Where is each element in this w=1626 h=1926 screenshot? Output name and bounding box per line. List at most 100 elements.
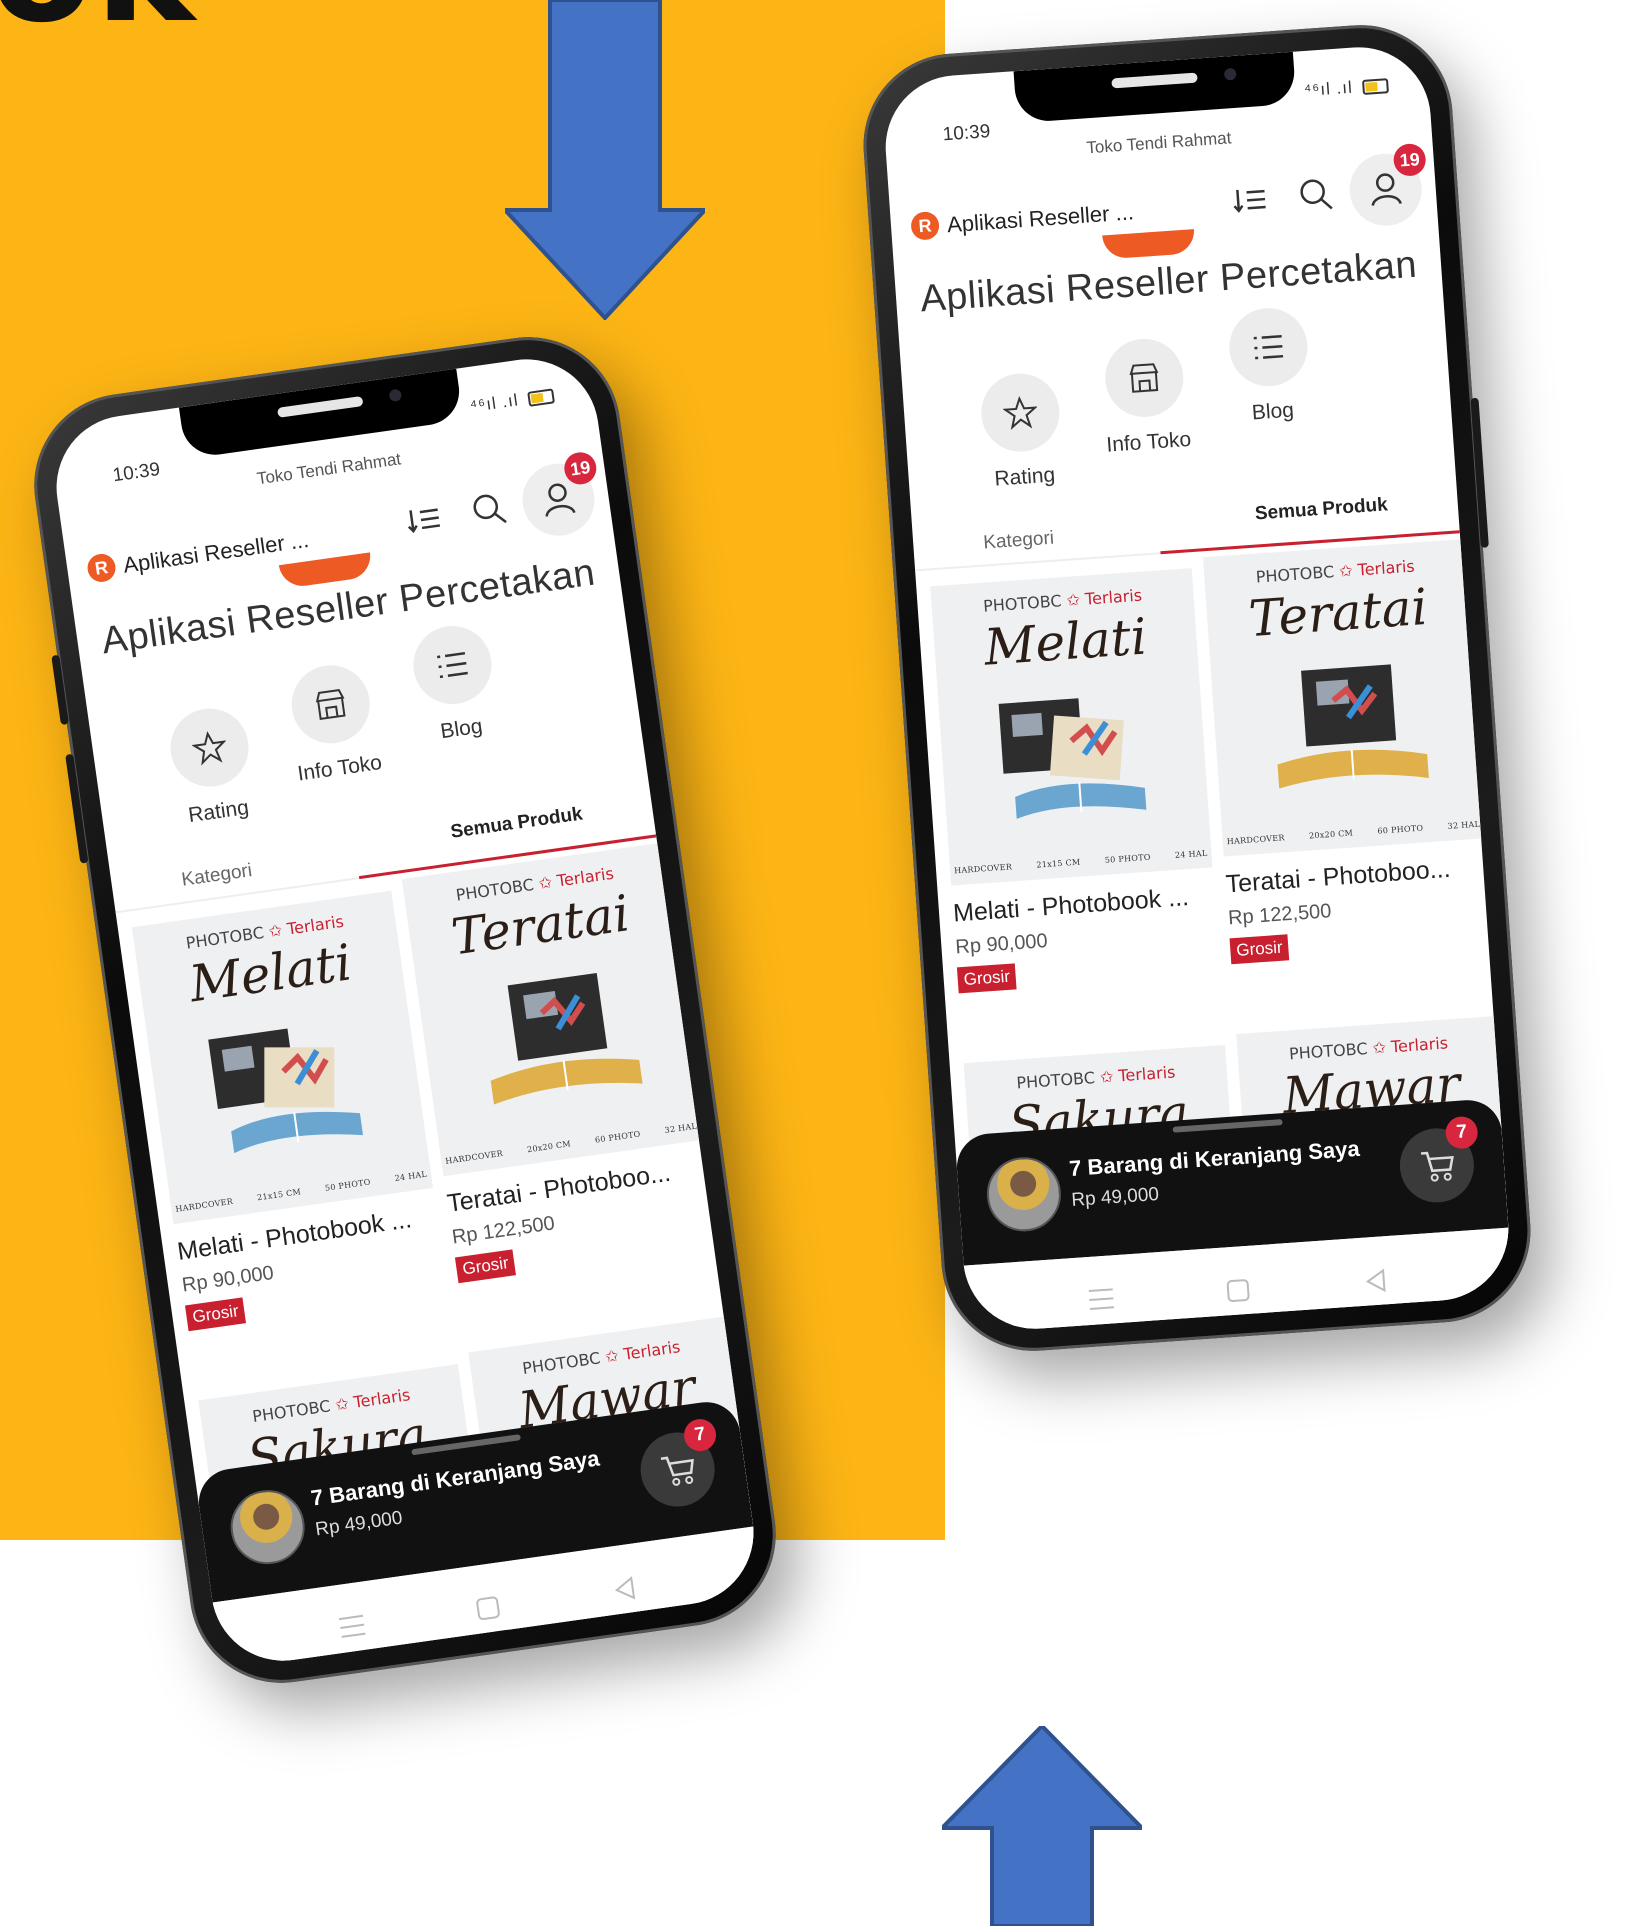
product-card[interactable]: PHOTOBC ✩ Terlaris Melati HARDCOVER 21x1… (930, 568, 1220, 994)
cart-count-badge: 7 (681, 1417, 719, 1454)
speaker-grille (1111, 72, 1198, 89)
product-specs: HARDCOVER 20x20 CM 60 PHOTO 32 HAL (1226, 820, 1480, 847)
search-icon[interactable] (1297, 175, 1335, 213)
arrow-down-icon (505, 0, 705, 320)
quick-menu-info-toko[interactable]: Info Toko (1082, 335, 1210, 459)
spec-item: 24 HAL (1174, 848, 1208, 860)
status-icons: ⁴⁶ıl .ıl (469, 385, 556, 417)
phone-mockup-right: 10:39 ⁴⁶ıl .ıl Toko Tendi Rahmat R Aplik… (857, 19, 1537, 1357)
account-button[interactable]: 19 (1347, 142, 1427, 229)
product-card[interactable]: PHOTOBC ✩ Terlaris Melati HARDCOVER 21x1… (131, 890, 448, 1332)
spec-item: 24 HAL (394, 1169, 428, 1184)
menu-icon[interactable] (1086, 1285, 1118, 1313)
wholesale-badge: Grosir (184, 1297, 247, 1332)
product-card[interactable]: PHOTOBC ✩ Terlaris Teratai HARDCOVER 20x… (401, 842, 718, 1284)
app-logo-icon: R (85, 552, 118, 584)
cart-title: 7 Barang di Keranjang Saya (1068, 1135, 1361, 1182)
spec-item: 20x20 CM (1308, 828, 1354, 841)
quick-menu-rating[interactable]: Rating (145, 701, 280, 833)
list-icon (408, 620, 497, 710)
quick-menu-label: Rating (993, 463, 1056, 491)
cart-button[interactable]: 7 (635, 1417, 720, 1512)
quick-menu-label: Rating (186, 795, 251, 828)
tab-semua-produk[interactable]: Semua Produk (1254, 494, 1388, 525)
spec-item: 20x20 CM (526, 1139, 572, 1155)
cart-icon (1420, 1151, 1454, 1182)
account-button[interactable]: 19 (517, 450, 600, 541)
product-image: PHOTOBC ✩ Terlaris Teratai HARDCOVER 20x… (1202, 538, 1486, 857)
seller-avatar (984, 1154, 1064, 1234)
quick-menu-info-toko[interactable]: Info Toko (266, 657, 401, 789)
spec-item: 21x15 CM (256, 1187, 302, 1203)
spec-item: 32 HAL (664, 1121, 698, 1135)
brand-label: PHOTOBC (982, 591, 1063, 616)
decorative-arc (1102, 229, 1196, 260)
spec-item: HARDCOVER (444, 1148, 504, 1166)
battery-icon (1361, 78, 1389, 95)
store-icon (1102, 336, 1186, 420)
product-specs: HARDCOVER 21x15 CM 50 PHOTO 24 HAL (954, 849, 1208, 876)
store-icon (286, 660, 375, 749)
status-icons: ⁴⁶ıl .ıl (1303, 75, 1389, 101)
spec-item: HARDCOVER (953, 862, 1013, 876)
search-icon[interactable] (469, 489, 510, 530)
cart-button[interactable]: 7 (1397, 1115, 1479, 1205)
spec-item: HARDCOVER (174, 1196, 234, 1214)
user-icon (545, 483, 576, 517)
sort-icon[interactable] (404, 502, 444, 537)
product-card[interactable]: PHOTOBC ✩ Terlaris Teratai HARDCOVER 20x… (1202, 538, 1493, 965)
arrow-up-icon (942, 1726, 1142, 1926)
spec-item: 21x15 CM (1036, 857, 1081, 870)
product-image: PHOTOBC ✩ Terlaris Melati HARDCOVER 21x1… (131, 890, 434, 1225)
cart-icon (660, 1456, 694, 1486)
front-camera (1223, 67, 1237, 81)
brand-label: PHOTOBC (1015, 1068, 1096, 1093)
menu-icon[interactable] (336, 1611, 369, 1641)
quick-menu-blog[interactable]: Blog (388, 618, 523, 750)
drag-handle[interactable] (1172, 1119, 1283, 1133)
app-title: Aplikasi Reseller ... (946, 199, 1135, 238)
home-square-icon[interactable] (472, 1592, 504, 1624)
cart-title: 7 Barang di Keranjang Saya (309, 1445, 601, 1511)
quick-menu-blog[interactable]: Blog (1206, 304, 1334, 428)
front-camera (388, 388, 403, 403)
speaker-grille (276, 395, 364, 418)
photobook-illustration (490, 972, 643, 1105)
bestseller-tag: ✩ Terlaris (1099, 1062, 1176, 1087)
spec-item: 32 HAL (1447, 819, 1481, 831)
product-image: PHOTOBC ✩ Terlaris Teratai HARDCOVER 20x… (401, 842, 703, 1177)
battery-icon (527, 388, 556, 407)
quick-menu: Rating Info Toko Blog (153, 618, 576, 827)
quick-menu-label: Info Toko (296, 750, 384, 786)
back-triangle-icon[interactable] (609, 1573, 641, 1605)
sort-icon[interactable] (1231, 184, 1269, 216)
quick-menu-rating[interactable]: Rating (958, 370, 1086, 494)
heading-fragment: ok (0, 0, 197, 56)
brand-label: PHOTOBC (1288, 1039, 1369, 1064)
tab-kategori[interactable]: Kategori (983, 528, 1055, 555)
phone-screen: 10:39 ⁴⁶ıl .ıl Toko Tendi Rahmat R Aplik… (880, 42, 1514, 1334)
quick-menu-label: Blog (439, 714, 484, 744)
tab-kategori[interactable]: Kategori (180, 860, 253, 892)
bestseller-tag: ✩ Terlaris (1338, 556, 1416, 581)
bestseller-tag: ✩ Terlaris (1065, 585, 1143, 610)
wholesale-badge: Grosir (1229, 934, 1290, 965)
signal-icon: ⁴⁶ıl .ıl (1303, 77, 1354, 101)
list-icon (1226, 305, 1311, 389)
seller-avatar (225, 1485, 310, 1569)
bestseller-tag: ✩ Terlaris (1371, 1033, 1449, 1058)
status-time: 10:39 (942, 121, 991, 146)
spec-item: 50 PHOTO (324, 1177, 372, 1193)
back-triangle-icon[interactable] (1361, 1266, 1391, 1296)
star-icon (978, 371, 1062, 455)
home-square-icon[interactable] (1223, 1276, 1253, 1306)
photobook-illustration (208, 1028, 363, 1154)
side-button (1470, 397, 1489, 548)
quick-menu-label: Info Toko (1105, 427, 1192, 457)
spec-item: 50 PHOTO (1104, 852, 1151, 865)
spec-item: HARDCOVER (1226, 833, 1286, 847)
quick-menu: Rating Info Toko Blog (969, 305, 1384, 491)
tab-semua-produk[interactable]: Semua Produk (449, 803, 584, 843)
star-icon (165, 703, 254, 792)
photobook-illustration (1277, 664, 1429, 789)
